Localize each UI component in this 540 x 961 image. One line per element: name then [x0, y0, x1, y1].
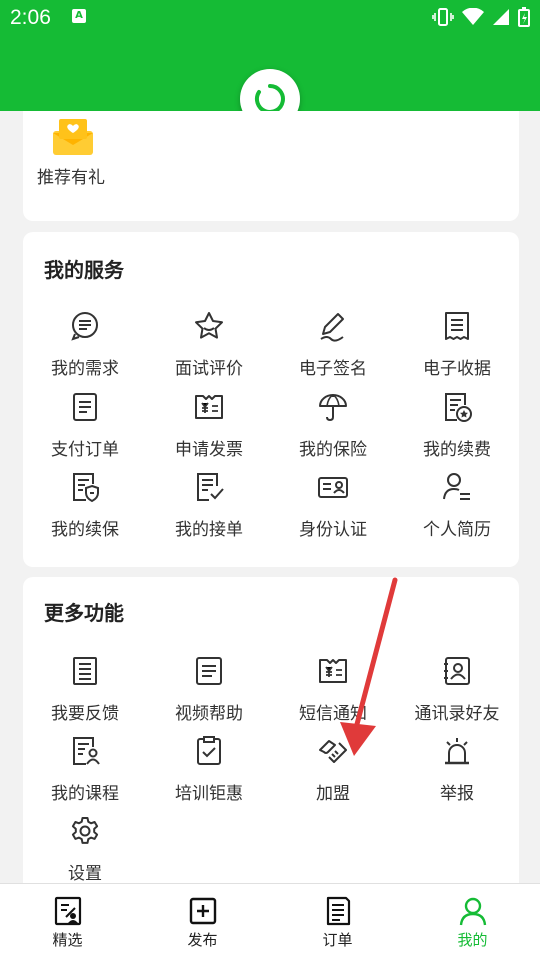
tab-publish[interactable]: 发布 [135, 884, 270, 961]
clock: 2:06 [10, 6, 51, 29]
service-label: 我的续费 [423, 440, 491, 460]
id-card-icon [318, 477, 348, 498]
vibrate-icon [432, 8, 454, 26]
service-label: 身份认证 [299, 520, 367, 540]
umbrella-icon [319, 394, 347, 422]
service-insurance[interactable]: 我的保险 [271, 391, 395, 471]
more-my-courses[interactable]: 我的课程 [23, 735, 147, 815]
invite-card: 推荐有礼 [23, 111, 519, 221]
service-insurance-renewal[interactable]: 我的续保 [23, 471, 147, 551]
plus-square-icon [189, 897, 216, 925]
service-label: 我的接单 [175, 520, 243, 540]
more-label: 设置 [68, 864, 102, 883]
service-label: 支付订单 [51, 440, 119, 460]
more-video-help[interactable]: 视频帮助 [147, 655, 271, 735]
wifi-icon [462, 8, 484, 25]
service-label: 电子收据 [423, 359, 491, 379]
tab-mine[interactable]: 我的 [405, 884, 540, 961]
invoice-icon [195, 395, 223, 419]
tab-featured[interactable]: 精选 [0, 884, 135, 961]
more-label: 我要反馈 [51, 704, 119, 724]
person-icon [459, 897, 486, 926]
order-list-icon [326, 896, 350, 926]
service-e-receipt[interactable]: 电子收据 [395, 310, 519, 390]
report-doc-icon [73, 657, 97, 685]
doc-star-icon [445, 393, 472, 422]
tab-label: 精选 [52, 931, 83, 949]
doc-shield-icon [73, 473, 99, 503]
header-bar [0, 36, 540, 129]
services-card: 我的服务 我的需求 面试评价 电子签名 电子收据 支付订单 申请发票 我的保险 … [23, 232, 519, 567]
service-label: 我的需求 [51, 359, 119, 379]
service-apply-invoice[interactable]: 申请发票 [147, 391, 271, 471]
service-label: 个人简历 [423, 520, 491, 540]
doc-person-icon [73, 737, 100, 765]
document-icon [196, 657, 222, 685]
handshake-icon [319, 740, 347, 763]
gift-envelope-icon[interactable] [51, 117, 95, 161]
service-renewal[interactable]: 我的续费 [395, 391, 519, 471]
scroll-content[interactable]: 推荐有礼 我的服务 我的需求 面试评价 电子签名 电子收据 支付订单 申请发票 [0, 111, 540, 883]
more-report[interactable]: 举报 [395, 735, 519, 815]
more-label: 视频帮助 [175, 704, 243, 724]
tab-orders[interactable]: 订单 [270, 884, 405, 961]
chat-list-icon [71, 312, 98, 341]
pen-icon [320, 313, 344, 342]
document-icon [73, 393, 97, 421]
status-bar: 2:06 A [0, 0, 540, 36]
more-settings[interactable]: 设置 [23, 815, 147, 883]
more-sms-notification[interactable]: 短信通知 [271, 655, 395, 735]
star-icon [195, 312, 223, 339]
more-label: 通讯录好友 [414, 704, 500, 724]
more-label: 举报 [440, 784, 474, 804]
service-requirements[interactable]: 我的需求 [23, 310, 147, 390]
siren-icon [445, 738, 469, 765]
person-list-icon [443, 473, 470, 500]
tab-label: 我的 [457, 931, 488, 949]
signal-icon [493, 9, 509, 25]
service-label: 申请发票 [175, 440, 243, 460]
more-franchise[interactable]: 加盟 [271, 735, 395, 815]
service-label: 我的续保 [51, 520, 119, 540]
contact-book-icon [444, 657, 470, 685]
gear-icon [71, 817, 99, 844]
doc-check-icon [197, 473, 224, 501]
service-label: 面试评价 [175, 359, 243, 379]
service-label: 电子签名 [299, 359, 367, 379]
more-feedback[interactable]: 我要反馈 [23, 655, 147, 735]
tab-label: 发布 [187, 931, 218, 949]
tab-label: 订单 [322, 931, 353, 949]
service-e-signature[interactable]: 电子签名 [271, 310, 395, 390]
system-icons [432, 7, 530, 27]
more-label: 加盟 [316, 784, 350, 804]
more-label: 我的课程 [51, 784, 119, 804]
service-label: 我的保险 [299, 440, 367, 460]
more-title: 更多功能 [44, 601, 124, 625]
service-id-verification[interactable]: 身份认证 [271, 471, 395, 551]
battery-icon [518, 7, 530, 27]
service-my-orders-taken[interactable]: 我的接单 [147, 471, 271, 551]
service-interview-review[interactable]: 面试评价 [147, 310, 271, 390]
service-pay-order[interactable]: 支付订单 [23, 391, 147, 471]
services-title: 我的服务 [44, 258, 124, 282]
more-label: 短信通知 [299, 704, 367, 724]
more-training-deals[interactable]: 培训钜惠 [147, 735, 271, 815]
featured-doc-icon [54, 896, 81, 926]
invoice-icon [319, 659, 347, 683]
doc-check-icon [197, 736, 221, 765]
more-card: 更多功能 我要反馈 视频帮助 短信通知 通讯录好友 我的课程 培训钜惠 加盟 举… [23, 577, 519, 883]
service-resume[interactable]: 个人简历 [395, 471, 519, 551]
more-contact-friends[interactable]: 通讯录好友 [395, 655, 519, 735]
receipt-icon [445, 312, 469, 340]
invite-label[interactable]: 推荐有礼 [37, 163, 105, 188]
notification-icon: A [72, 9, 86, 23]
bottom-tab-bar: 精选 发布 订单 我的 [0, 883, 540, 961]
more-label: 培训钜惠 [175, 784, 243, 804]
